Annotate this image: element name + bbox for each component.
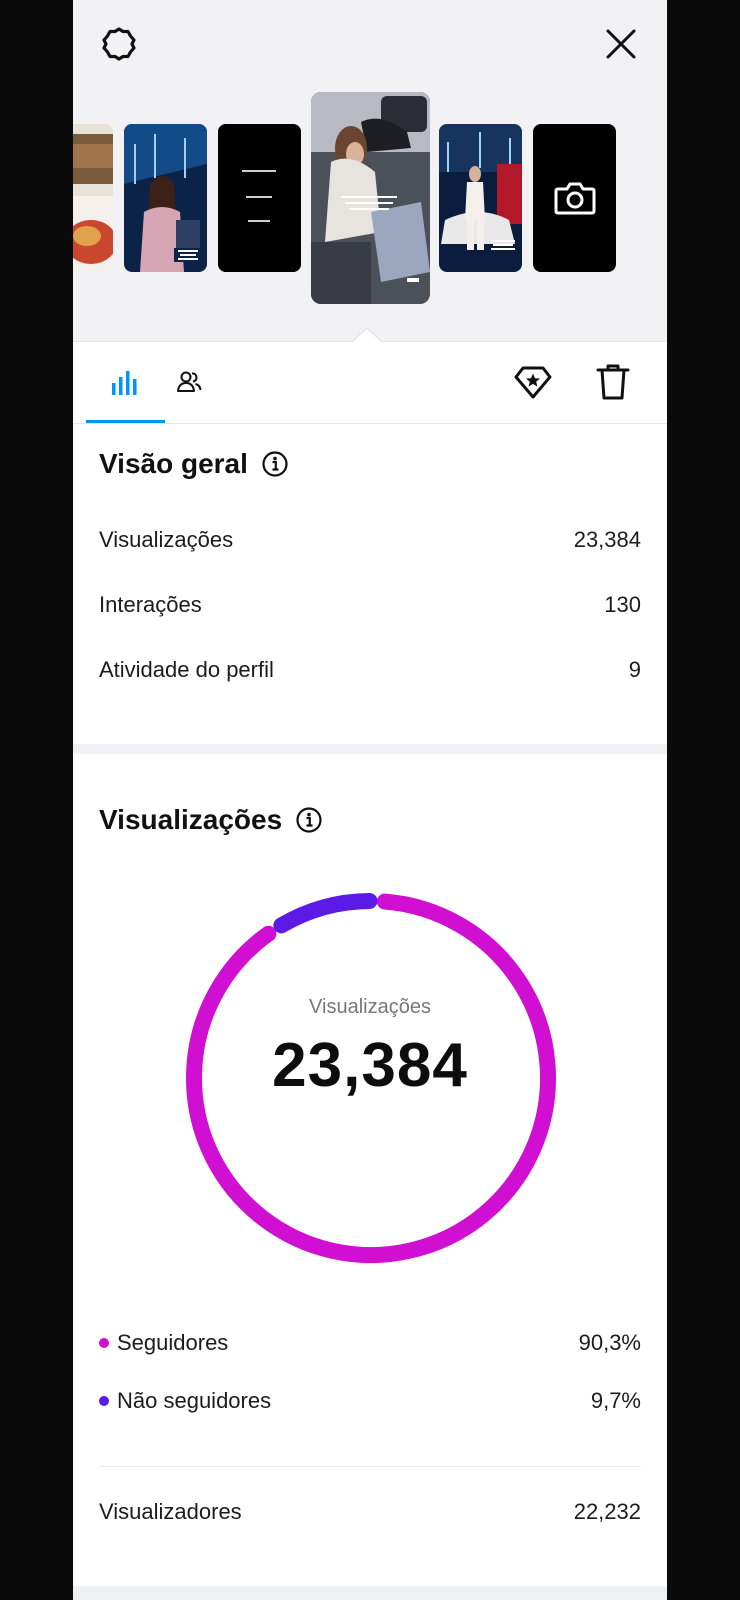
donut-caption: Visualizações — [309, 996, 431, 1018]
settings-gear-icon — [100, 25, 138, 68]
settings-button[interactable] — [97, 24, 141, 68]
legend-dot-non-followers — [99, 1396, 109, 1406]
diamond-star-icon — [514, 365, 552, 404]
overview-section-title: Visão geral — [99, 448, 288, 480]
section-divider — [73, 744, 667, 754]
divider — [99, 1466, 641, 1467]
row-value: 130 — [604, 592, 641, 617]
legend-non-followers: Não seguidores 9,7% — [99, 1384, 641, 1418]
insights-tab-bar — [73, 342, 667, 424]
row-label: Atividade do perfil — [99, 657, 274, 682]
boost-button[interactable] — [511, 362, 555, 406]
info-icon[interactable] — [296, 807, 322, 833]
overview-title: Visão geral — [99, 448, 248, 479]
row-value: 23,384 — [573, 527, 641, 552]
close-icon — [604, 27, 638, 66]
views-title: Visualizações — [99, 804, 283, 835]
viewers-label: Visualizadores — [99, 1499, 242, 1524]
story-thumbnail[interactable] — [73, 124, 113, 272]
bar-chart-icon — [110, 367, 140, 402]
camera-icon — [554, 180, 596, 216]
tab-insights[interactable] — [103, 362, 147, 406]
legend-value: 90,3% — [578, 1330, 641, 1355]
legend-followers: Seguidores 90,3% — [99, 1326, 641, 1360]
row-value: 9 — [628, 657, 641, 682]
story-thumbnail[interactable] — [218, 124, 301, 272]
row-label: Interações — [99, 592, 202, 617]
legend-value: 9,7% — [590, 1388, 641, 1413]
delete-button[interactable] — [591, 362, 635, 406]
overview-row-interactions[interactable]: Interações 130 — [99, 587, 641, 623]
legend-dot-followers — [99, 1338, 109, 1348]
donut-total: 23,384 — [272, 1031, 468, 1100]
donut-segment-non-followers — [273, 893, 378, 934]
viewers-value: 22,232 — [573, 1499, 641, 1524]
trash-icon — [596, 363, 630, 406]
story-thumbnail[interactable] — [124, 124, 207, 272]
overview-row-profile-activity[interactable]: Atividade do perfil 9 — [99, 652, 641, 688]
legend-label: Seguidores — [117, 1330, 229, 1355]
story-thumbnail-strip — [73, 0, 667, 344]
story-thumbnail-selected[interactable] — [311, 92, 430, 304]
info-icon[interactable] — [262, 451, 288, 477]
row-label: Visualizações — [99, 527, 234, 552]
section-divider — [73, 1586, 667, 1600]
people-icon — [176, 369, 202, 400]
viewers-row[interactable]: Visualizadores 22,232 — [99, 1494, 641, 1530]
close-button[interactable] — [599, 24, 643, 68]
active-tab-indicator — [86, 420, 165, 423]
legend-label: Não seguidores — [117, 1388, 272, 1413]
story-thumbnail[interactable] — [439, 124, 522, 272]
overview-row-views[interactable]: Visualizações 23,384 — [99, 522, 641, 558]
views-section-title: Visualizações — [99, 804, 322, 836]
tab-audience[interactable] — [167, 362, 211, 406]
add-story-camera-tile[interactable] — [533, 124, 616, 272]
insights-screen: Visão geral Visualizações 23,384 Interaç… — [73, 0, 667, 1600]
